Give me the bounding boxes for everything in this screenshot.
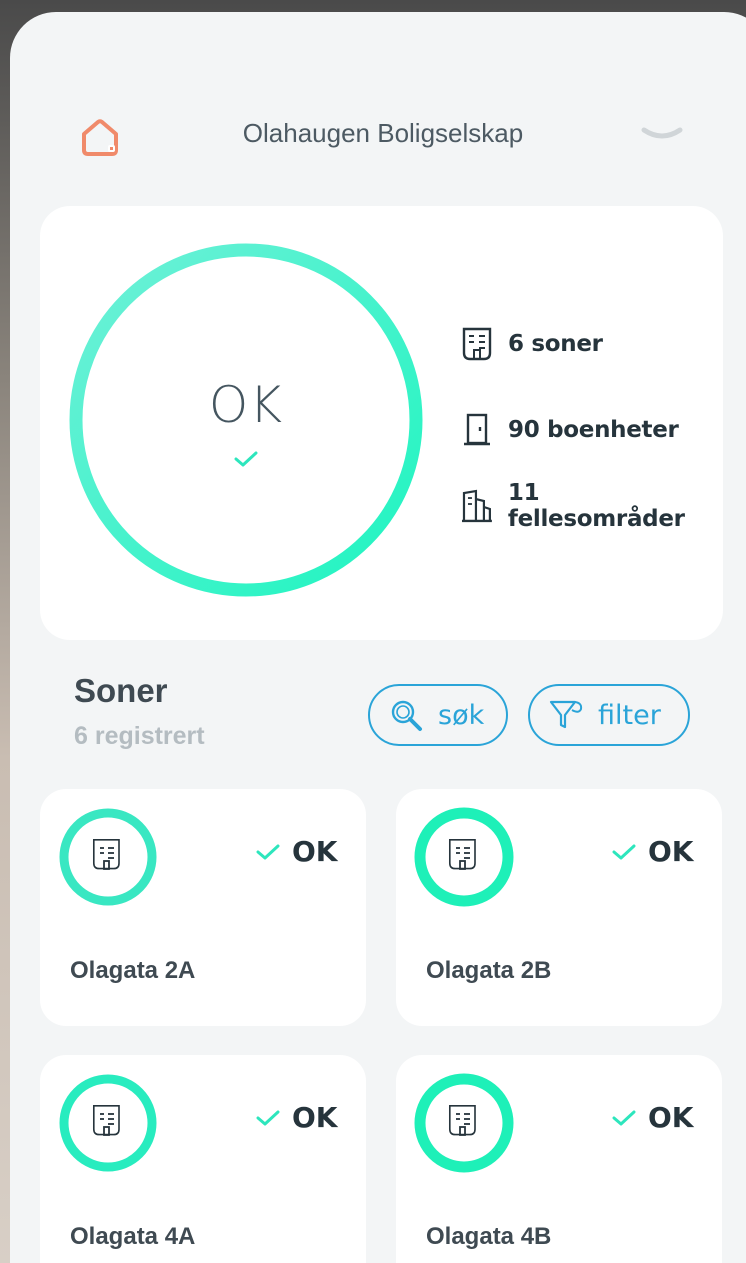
check-icon	[612, 1110, 636, 1125]
section-subtitle: 6 registrert	[74, 722, 205, 750]
zone-status-label: OK	[648, 835, 694, 868]
zone-document-icon	[448, 1104, 476, 1136]
zone-document-icon	[462, 327, 492, 361]
stat-units-label: 90 boenheter	[508, 417, 679, 443]
search-icon	[391, 700, 422, 731]
stat-common-areas-label: 11 fellesområder	[507, 480, 685, 532]
zone-card[interactable]: OK Olagata 4A	[40, 1055, 366, 1263]
stat-zones-label: 6 soner	[508, 331, 603, 357]
zone-document-icon	[92, 1104, 120, 1136]
stat-common-areas: 11 fellesområder	[460, 480, 723, 532]
search-button[interactable]: søk	[368, 684, 508, 746]
zone-document-icon	[92, 838, 120, 870]
zone-status-ring	[414, 1073, 514, 1173]
zone-status: OK	[256, 1101, 338, 1134]
zone-status-label: OK	[292, 1101, 338, 1134]
zone-status-label: OK	[292, 835, 338, 868]
check-icon	[256, 844, 280, 859]
zone-name: Olagata 2B	[426, 957, 552, 984]
section-title: Soner	[74, 672, 168, 709]
zone-document-icon	[448, 838, 476, 870]
check-icon	[612, 844, 636, 859]
zone-name: Olagata 4B	[426, 1223, 552, 1250]
zone-card[interactable]: OK Olagata 2A	[40, 789, 366, 1026]
zone-status-ring	[59, 1074, 157, 1172]
overall-status: OK	[208, 376, 284, 434]
search-button-label: søk	[438, 699, 485, 731]
filter-funnel-icon	[549, 700, 583, 729]
zone-status: OK	[256, 835, 338, 868]
organization-name[interactable]: Olahaugen Boligselskap	[10, 118, 746, 149]
check-icon	[234, 451, 258, 467]
chevron-down-icon[interactable]	[640, 124, 684, 148]
zone-status-ring	[414, 807, 514, 907]
zone-status-ring	[59, 808, 157, 906]
zone-card[interactable]: OK Olagata 4B	[396, 1055, 722, 1263]
zone-card[interactable]: OK Olagata 2B	[396, 789, 722, 1026]
zone-name: Olagata 4A	[70, 1223, 196, 1250]
status-summary-card: OK 6 soner 90 boenheter 11 fellesområder	[40, 206, 723, 640]
zone-name: Olagata 2A	[70, 957, 196, 984]
filter-button-label: filter	[598, 699, 661, 731]
zone-status: OK	[612, 835, 694, 868]
header: Olahaugen Boligselskap	[10, 12, 746, 212]
app-screen: Olahaugen Boligselskap OK 6 soner 90 boe…	[10, 12, 746, 1263]
common-area-building-icon	[461, 489, 492, 523]
stat-units: 90 boenheter	[460, 410, 679, 450]
check-icon	[256, 1110, 280, 1125]
filter-button[interactable]: filter	[528, 684, 690, 746]
stat-zones: 6 soner	[460, 324, 603, 364]
zone-status: OK	[612, 1101, 694, 1134]
zone-status-label: OK	[648, 1101, 694, 1134]
door-icon	[464, 413, 490, 446]
